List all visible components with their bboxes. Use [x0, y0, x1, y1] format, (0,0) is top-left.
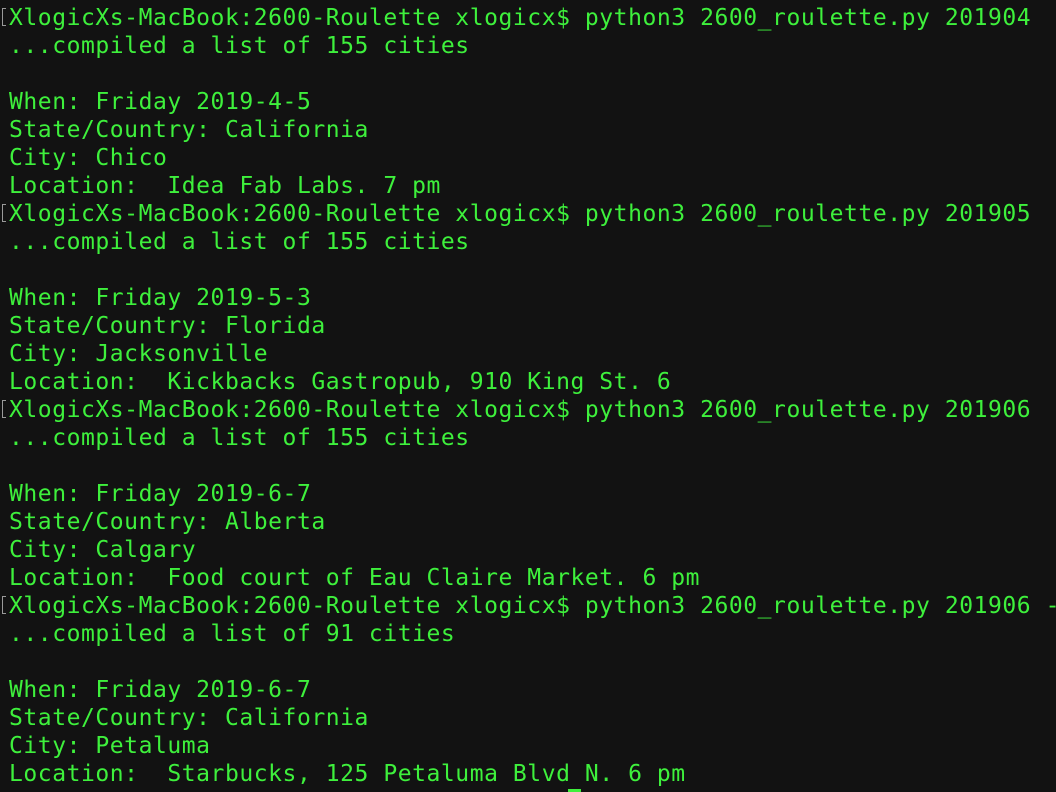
output-line: State/Country: Alberta — [9, 508, 1056, 536]
output-text: City: Calgary — [9, 537, 197, 563]
terminal-output: XlogicXs-MacBook:2600-Roulette xlogicx$ … — [2, 4, 1056, 788]
output-text: When: Friday 2019-6-7 — [9, 481, 312, 507]
output-line: ...compiled a list of 155 cities — [9, 32, 1056, 60]
output-line: When: Friday 2019-6-7 — [9, 480, 1056, 508]
output-text: ...compiled a list of 155 cities — [9, 33, 470, 59]
output-line: When: Friday 2019-4-5 — [9, 88, 1056, 116]
output-line: ...compiled a list of 91 cities — [9, 620, 1056, 648]
output-line: Location: Idea Fab Labs. 7 pm — [9, 172, 1056, 200]
command-text: XlogicXs-MacBook:2600-Roulette xlogicx$ … — [9, 201, 1032, 227]
output-text: ...compiled a list of 155 cities — [9, 425, 470, 451]
command-text: XlogicXs-MacBook:2600-Roulette xlogicx$ … — [9, 593, 1056, 619]
output-text: State/Country: California — [9, 117, 369, 143]
output-line: State/Country: California — [9, 704, 1056, 732]
output-text: Location: Starbucks, 125 Petaluma Blvd N… — [9, 761, 686, 787]
output-line — [9, 60, 1056, 88]
output-line — [9, 648, 1056, 676]
output-text: State/Country: Florida — [9, 313, 326, 339]
output-line: Location: Kickbacks Gastropub, 910 King … — [9, 368, 1056, 396]
prompt-marker-icon — [2, 400, 6, 418]
output-line: ...compiled a list of 155 cities — [9, 228, 1056, 256]
output-text: City: Jacksonville — [9, 341, 269, 367]
prompt-marker-icon — [2, 204, 6, 222]
output-line: ...compiled a list of 155 cities — [9, 424, 1056, 452]
output-line: When: Friday 2019-6-7 — [9, 676, 1056, 704]
output-text: When: Friday 2019-6-7 — [9, 677, 312, 703]
output-text: When: Friday 2019-5-3 — [9, 285, 312, 311]
output-text: ...compiled a list of 155 cities — [9, 229, 470, 255]
output-line: City: Petaluma — [9, 732, 1056, 760]
output-text: When: Friday 2019-4-5 — [9, 89, 312, 115]
prompt-marker-icon — [2, 596, 6, 614]
output-line: State/Country: California — [9, 116, 1056, 144]
output-text: Location: Idea Fab Labs. 7 pm — [9, 173, 441, 199]
output-text: City: Chico — [9, 145, 168, 171]
terminal-window[interactable]: XlogicXs-MacBook:2600-Roulette xlogicx$ … — [0, 0, 1056, 792]
output-text: State/Country: California — [9, 705, 369, 731]
command-text: XlogicXs-MacBook:2600-Roulette xlogicx$ … — [9, 5, 1032, 31]
output-line: City: Chico — [9, 144, 1056, 172]
output-text: City: Petaluma — [9, 733, 211, 759]
output-line — [9, 452, 1056, 480]
command-text: XlogicXs-MacBook:2600-Roulette xlogicx$ … — [9, 397, 1032, 423]
output-text: ...compiled a list of 91 cities — [9, 621, 456, 647]
output-text: State/Country: Alberta — [9, 509, 326, 535]
output-line: When: Friday 2019-5-3 — [9, 284, 1056, 312]
command-line: XlogicXs-MacBook:2600-Roulette xlogicx$ … — [2, 200, 1056, 228]
output-text: Location: Kickbacks Gastropub, 910 King … — [9, 369, 672, 395]
command-line: XlogicXs-MacBook:2600-Roulette xlogicx$ … — [2, 396, 1056, 424]
prompt-marker-icon — [2, 8, 6, 26]
output-text: Location: Food court of Eau Claire Marke… — [9, 565, 701, 591]
command-line: XlogicXs-MacBook:2600-Roulette xlogicx$ … — [2, 592, 1056, 620]
output-line: Location: Starbucks, 125 Petaluma Blvd N… — [9, 760, 1056, 788]
output-line: City: Jacksonville — [9, 340, 1056, 368]
output-line: Location: Food court of Eau Claire Marke… — [9, 564, 1056, 592]
command-line: XlogicXs-MacBook:2600-Roulette xlogicx$ … — [2, 4, 1056, 32]
output-line: City: Calgary — [9, 536, 1056, 564]
output-line: State/Country: Florida — [9, 312, 1056, 340]
output-line — [9, 256, 1056, 284]
